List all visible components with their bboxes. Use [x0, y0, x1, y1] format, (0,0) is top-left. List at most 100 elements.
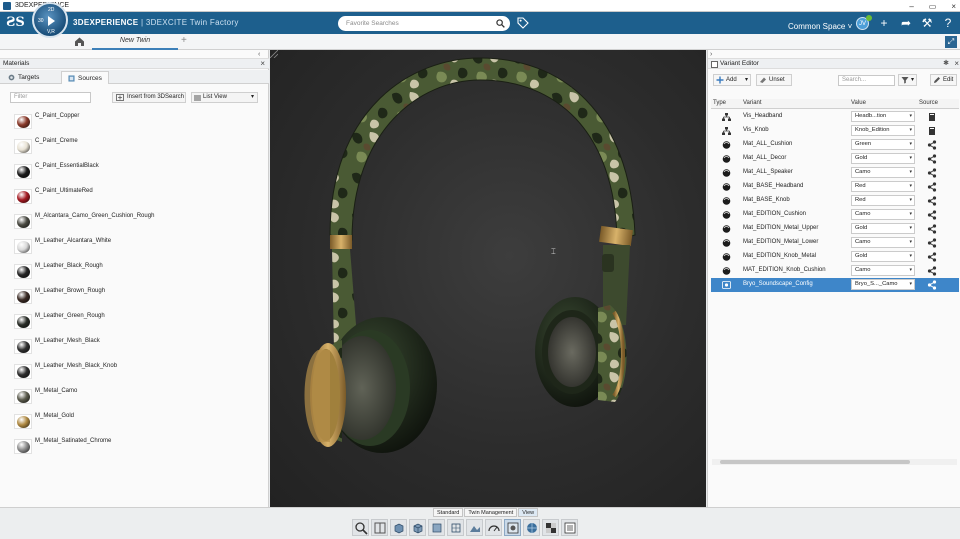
apps-icon[interactable]: ⚒: [920, 16, 934, 30]
list-item[interactable]: C_Paint_Copper: [14, 110, 254, 132]
collapse-left-icon[interactable]: ‹: [258, 51, 260, 58]
ds-logo-icon[interactable]: ƧS: [6, 15, 25, 30]
expand-icon[interactable]: ⤢: [945, 36, 957, 48]
list-item[interactable]: C_Paint_EssentialBlack: [14, 160, 254, 182]
cube-iso-icon[interactable]: [409, 519, 426, 536]
share-icon[interactable]: [927, 224, 937, 234]
collapse-right-icon[interactable]: ›: [710, 51, 712, 58]
3d-viewport[interactable]: ⌶: [270, 50, 706, 507]
col-source[interactable]: Source: [919, 100, 938, 106]
variant-value-select[interactable]: Headb...tion ▾: [851, 111, 915, 122]
home-icon[interactable]: [74, 36, 85, 47]
list-item[interactable]: M_Metal_Camo: [14, 385, 254, 407]
share-icon[interactable]: [927, 238, 937, 248]
add-tab-button[interactable]: +: [181, 35, 187, 46]
variant-search-input[interactable]: Search...: [838, 75, 895, 86]
share-icon[interactable]: [927, 266, 937, 276]
cube-side-icon[interactable]: [428, 519, 445, 536]
action-tab-view[interactable]: View: [518, 508, 539, 517]
list-item[interactable]: M_Leather_Brown_Rough: [14, 285, 254, 307]
action-tab-standard[interactable]: Standard: [433, 508, 464, 517]
share-icon[interactable]: [927, 280, 937, 290]
variant-value-select[interactable]: Camo ▾: [851, 167, 915, 178]
resize-grip-icon[interactable]: [270, 50, 278, 58]
checker-icon[interactable]: [542, 519, 559, 536]
table-row[interactable]: MAT_EDITION_Knob_Cushion Camo ▾: [711, 264, 959, 278]
pin-icon[interactable]: ✱: [943, 59, 949, 67]
horizontal-scrollbar[interactable]: [712, 459, 957, 465]
table-row[interactable]: Vis_Headband Headb...tion ▾: [711, 110, 959, 124]
render-icon[interactable]: [504, 519, 521, 536]
variant-value-select[interactable]: Gold ▾: [851, 153, 915, 164]
table-row[interactable]: Mat_EDITION_Metal_Upper Gold ▾: [711, 222, 959, 236]
share-icon[interactable]: ➦: [899, 16, 913, 30]
add-button[interactable]: Add ▾: [713, 74, 751, 86]
book-icon[interactable]: [371, 519, 388, 536]
table-row[interactable]: Mat_BASE_Knob Red ▾: [711, 194, 959, 208]
search-input[interactable]: Favorite Searches: [346, 20, 399, 27]
search-bar[interactable]: Favorite Searches: [338, 16, 510, 31]
share-icon[interactable]: [927, 168, 937, 178]
maximize-button[interactable]: ▭: [929, 2, 937, 11]
insert-from-search-button[interactable]: Insert from 3DSearch: [112, 92, 186, 103]
table-row[interactable]: Mat_ALL_Cushion Green ▾: [711, 138, 959, 152]
col-type[interactable]: Type: [713, 100, 726, 106]
table-row[interactable]: Vis_Knob Knob_Edition ▾: [711, 124, 959, 138]
sphere-icon[interactable]: [523, 519, 540, 536]
variant-value-select[interactable]: Red ▾: [851, 181, 915, 192]
book-icon[interactable]: [927, 126, 937, 136]
edit-button[interactable]: Edit: [930, 74, 957, 86]
list-view-select[interactable]: List View ▾: [191, 92, 258, 103]
variant-value-select[interactable]: Green ▾: [851, 139, 915, 150]
share-icon[interactable]: [927, 140, 937, 150]
unset-button[interactable]: Unset: [756, 74, 792, 86]
list-item[interactable]: M_Leather_Mesh_Black_Knob: [14, 360, 254, 382]
list-item[interactable]: M_Metal_Gold: [14, 410, 254, 432]
filter-button[interactable]: ▾: [898, 74, 917, 86]
variant-value-select[interactable]: Red ▾: [851, 195, 915, 206]
list-item[interactable]: M_Leather_Black_Rough: [14, 260, 254, 282]
table-row[interactable]: Mat_EDITION_Cushion Camo ▾: [711, 208, 959, 222]
list-item[interactable]: M_Alcantara_Camo_Green_Cushion_Rough: [14, 210, 254, 232]
variant-value-select[interactable]: Camo ▾: [851, 265, 915, 276]
col-variant[interactable]: Variant: [743, 100, 762, 106]
table-row[interactable]: Mat_ALL_Decor Gold ▾: [711, 152, 959, 166]
share-icon[interactable]: [927, 182, 937, 192]
variant-value-select[interactable]: Gold ▾: [851, 223, 915, 234]
tag-icon[interactable]: [517, 17, 529, 29]
table-row[interactable]: Mat_BASE_Headband Red ▾: [711, 180, 959, 194]
share-icon[interactable]: [927, 196, 937, 206]
scrollbar-thumb[interactable]: [720, 460, 910, 464]
list-item[interactable]: M_Leather_Green_Rough: [14, 310, 254, 332]
headphones-model[interactable]: [270, 50, 706, 507]
list-item[interactable]: C_Paint_Creme: [14, 135, 254, 157]
zoom-icon[interactable]: [352, 519, 369, 536]
minimize-button[interactable]: –: [909, 2, 913, 11]
variant-value-select[interactable]: Camo ▾: [851, 237, 915, 248]
close-materials-icon[interactable]: ×: [260, 59, 265, 68]
share-icon[interactable]: [927, 154, 937, 164]
scene-icon[interactable]: [466, 519, 483, 536]
add-icon[interactable]: +: [877, 16, 891, 30]
list-item[interactable]: M_Metal_Satinated_Chrome: [14, 435, 254, 457]
speedometer-icon[interactable]: [485, 519, 502, 536]
tab-targets[interactable]: Targets: [2, 71, 45, 84]
close-variant-editor-icon[interactable]: ×: [954, 59, 959, 68]
list-item[interactable]: M_Leather_Mesh_Black: [14, 335, 254, 357]
list-item[interactable]: C_Paint_UltimateRed: [14, 185, 254, 207]
compass-widget[interactable]: 2D 30 V,R: [32, 2, 68, 38]
share-icon[interactable]: [927, 252, 937, 262]
help-icon[interactable]: ?: [941, 16, 955, 30]
book-icon[interactable]: [927, 112, 937, 122]
table-row[interactable]: Mat_EDITION_Knob_Metal Gold ▾: [711, 250, 959, 264]
table-row[interactable]: Mat_EDITION_Metal_Lower Camo ▾: [711, 236, 959, 250]
cube-grid-icon[interactable]: [447, 519, 464, 536]
tab-new-twin[interactable]: New Twin: [92, 34, 178, 50]
tab-sources[interactable]: Sources: [61, 71, 109, 84]
search-icon[interactable]: [496, 19, 505, 28]
variant-value-select[interactable]: Bryo_S..._Camo ▾: [851, 279, 915, 290]
close-window-button[interactable]: ×: [951, 2, 956, 11]
space-selector[interactable]: Common Space ˅: [788, 22, 852, 31]
variant-value-select[interactable]: Knob_Edition ▾: [851, 125, 915, 136]
variant-value-select[interactable]: Camo ▾: [851, 209, 915, 220]
